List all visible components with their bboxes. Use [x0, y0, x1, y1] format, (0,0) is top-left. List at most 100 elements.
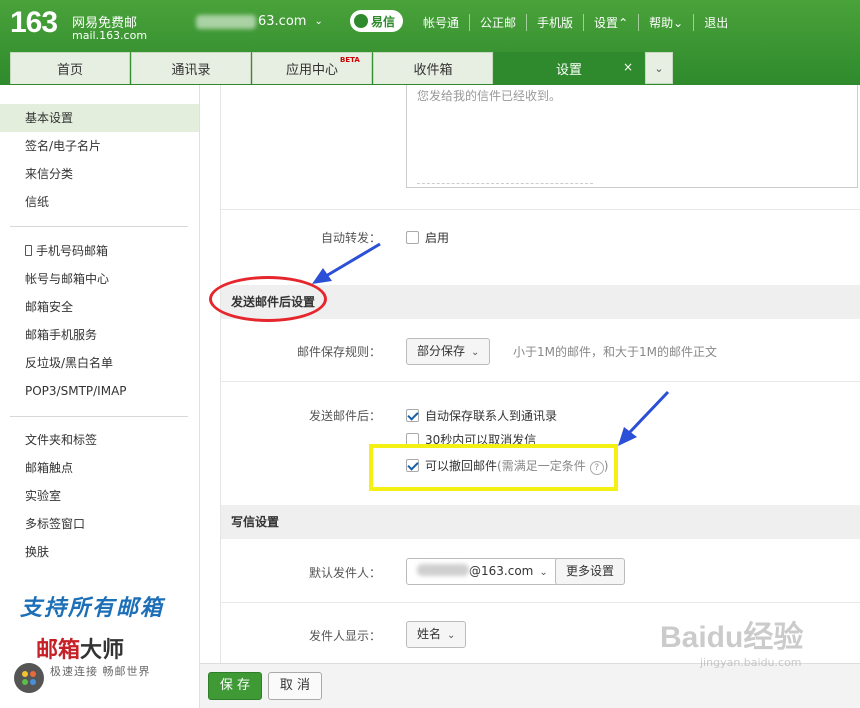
checkbox-icon: [406, 231, 419, 244]
sidebar-item-mobile-service[interactable]: 邮箱手机服务: [0, 321, 199, 349]
default-sender-dropdown[interactable]: @163.com ⌄: [406, 558, 559, 585]
default-sender-label: 默认发件人：: [308, 566, 381, 580]
settings-sidebar: 基本设置 签名/电子名片 来信分类 信纸 手机号码邮箱 帐号与邮箱中心 邮箱安全…: [0, 85, 200, 708]
after-send-label: 发送邮件后：: [308, 409, 381, 423]
divider: [221, 381, 860, 382]
promo-brand-dark: 大师: [80, 638, 125, 663]
top-header: 163 网易免费邮 mail.163.com 63.com ⌄ 易信 帐号通 公…: [0, 0, 860, 85]
sidebar-item-antispam[interactable]: 反垃圾/黑白名单: [0, 349, 199, 377]
save-contacts-checkbox[interactable]: 自动保存联系人到通讯录: [406, 407, 557, 424]
top-link-mobile[interactable]: 手机版: [526, 14, 583, 31]
divider: [10, 226, 188, 227]
sender-display-value: 姓名: [417, 627, 442, 641]
sidebar-item-account-center[interactable]: 帐号与邮箱中心: [0, 265, 199, 293]
tab-label: 通讯录: [171, 63, 211, 78]
sidebar-item-signature[interactable]: 签名/电子名片: [0, 132, 199, 160]
red-annotation-circle: [209, 276, 327, 322]
logo-number: 163: [10, 6, 58, 39]
logo-domain: mail.163.com: [72, 29, 148, 42]
chevron-down-icon: ⌄: [539, 567, 548, 578]
tab-label: 收件箱: [413, 63, 453, 78]
sidebar-item-pop3[interactable]: POP3/SMTP/IMAP: [0, 377, 199, 405]
top-link-settings[interactable]: 设置⌃: [583, 14, 638, 31]
more-settings-button[interactable]: 更多设置: [555, 558, 626, 585]
auto-forward-checkbox[interactable]: 启用: [406, 229, 449, 246]
auto-forward-option: 启用: [425, 231, 450, 245]
auto-reply-textarea[interactable]: 您发给我的信件已经收到。: [406, 85, 858, 188]
save-contacts-label: 自动保存联系人到通讯录: [425, 409, 558, 423]
chevron-down-icon: ⌄: [471, 347, 480, 358]
close-icon[interactable]: ×: [623, 60, 633, 74]
save-rule-value: 部分保存: [417, 344, 466, 358]
sidebar-item-label: 手机号码邮箱: [36, 244, 109, 258]
bottom-action-bar: 保 存 取 消: [200, 663, 860, 708]
sidebar-item-filters[interactable]: 来信分类: [0, 160, 199, 188]
tab-contacts[interactable]: 通讯录: [131, 52, 251, 84]
promo-slogan[interactable]: 支持所有邮箱: [20, 590, 164, 622]
sidebar-item-lab[interactable]: 实验室: [0, 482, 199, 510]
sidebar-item-basic[interactable]: 基本设置: [0, 104, 199, 132]
chevron-down-icon: ⌄: [447, 630, 456, 641]
tab-label: 首页: [56, 63, 83, 78]
divider: [417, 183, 593, 184]
tab-bar: 首页 通讯录 应用中心 BETA 收件箱 设置 × ⌄: [10, 52, 673, 84]
top-link-help[interactable]: 帮助⌄: [638, 14, 693, 31]
auto-forward-label: 自动转发：: [320, 231, 381, 245]
sidebar-item-skin[interactable]: 换肤: [0, 538, 199, 566]
account-switcher[interactable]: 63.com ⌄: [196, 14, 323, 29]
sidebar-item-phone-mailbox[interactable]: 手机号码邮箱: [0, 237, 199, 265]
chevron-down-icon: ⌄: [654, 61, 664, 75]
watermark-bottom: jingyan.baidu.com: [700, 656, 802, 669]
sidebar-item-touchpoint[interactable]: 邮箱触点: [0, 454, 199, 482]
blurred-account: [196, 14, 256, 29]
sidebar-item-stationery[interactable]: 信纸: [0, 188, 199, 216]
top-link-logout[interactable]: 退出: [693, 14, 738, 31]
promo-brand[interactable]: 邮箱大师: [36, 632, 124, 664]
auto-reply-text: 您发给我的信件已经收到。: [417, 89, 562, 103]
sidebar-item-folders[interactable]: 文件夹和标签: [0, 426, 199, 454]
apps-icon[interactable]: [14, 663, 44, 693]
chevron-up-icon: ⌃: [618, 16, 629, 30]
tab-settings[interactable]: 设置 ×: [494, 52, 644, 84]
beta-badge: BETA: [340, 56, 360, 64]
save-rule-dropdown[interactable]: 部分保存 ⌄: [406, 338, 491, 365]
settings-label: 设置: [594, 16, 619, 30]
default-sender-value: @163.com: [469, 564, 534, 578]
sender-display-label: 发件人显示：: [308, 629, 381, 643]
chevron-down-icon: ⌄: [314, 16, 323, 27]
divider: [221, 209, 860, 210]
chevron-down-icon: ⌄: [673, 16, 684, 30]
tab-label: 设置: [555, 63, 582, 78]
phone-icon: [25, 245, 32, 256]
top-link-gongzheng[interactable]: 公正邮: [469, 14, 526, 31]
yixin-button[interactable]: 易信: [350, 10, 404, 32]
tab-label: 应用中心: [285, 63, 338, 78]
tab-more-button[interactable]: ⌄: [645, 52, 673, 84]
cancel-button[interactable]: 取 消: [268, 672, 322, 700]
sidebar-item-security[interactable]: 邮箱安全: [0, 293, 199, 321]
help-label: 帮助: [649, 16, 674, 30]
sidebar-item-multitab[interactable]: 多标签窗口: [0, 510, 199, 538]
divider: [221, 602, 860, 603]
blurred-email: [417, 564, 469, 576]
account-suffix: 63.com: [258, 14, 307, 29]
compose-section-title: 写信设置: [221, 505, 860, 539]
save-rule-hint: 小于1M的邮件，和大于1M的邮件正文: [513, 345, 717, 359]
top-links: 帐号通 公正邮 手机版 设置⌃ 帮助⌄ 退出: [413, 14, 738, 31]
promo-brand-red: 邮箱: [36, 638, 81, 663]
tab-inbox[interactable]: 收件箱: [373, 52, 493, 84]
logo[interactable]: 163 网易免费邮 mail.163.com: [10, 6, 147, 42]
divider: [10, 416, 188, 417]
save-button[interactable]: 保 存: [208, 672, 262, 700]
tab-home[interactable]: 首页: [10, 52, 130, 84]
yixin-label: 易信: [371, 14, 396, 29]
checkbox-checked-icon: [406, 409, 419, 422]
mail-settings-app: 163 网易免费邮 mail.163.com 63.com ⌄ 易信 帐号通 公…: [0, 0, 860, 708]
watermark-top: Baidu经验: [660, 621, 804, 654]
promo-tagline: 极速连接 畅邮世界: [50, 665, 151, 678]
top-link-account[interactable]: 帐号通: [413, 14, 469, 31]
settings-panel: 您发给我的信件已经收到。 自动转发： 启用 发送邮件后设置 邮件保存规则： 部分…: [220, 85, 860, 685]
sender-display-dropdown[interactable]: 姓名 ⌄: [406, 621, 467, 648]
yixin-icon: [354, 14, 368, 28]
tab-app-center[interactable]: 应用中心 BETA: [252, 52, 372, 84]
